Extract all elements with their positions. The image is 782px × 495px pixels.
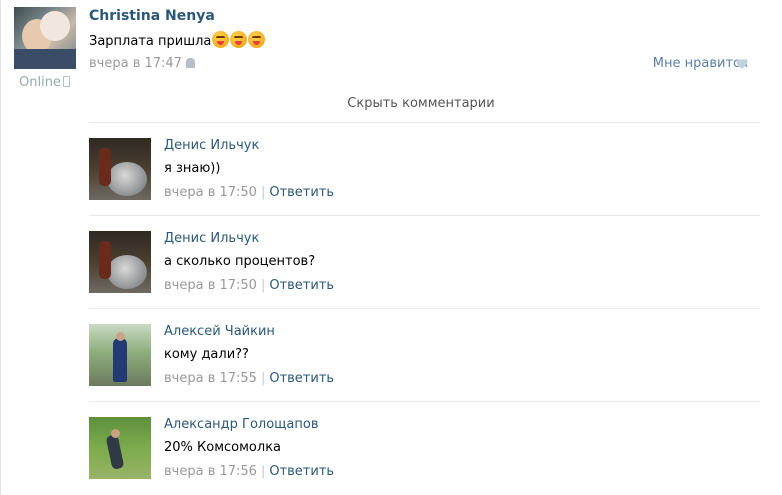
comment-item: Александр Голощапов 20% Комсомолка вчера…: [89, 401, 760, 493]
comment-text: кому дали??: [164, 347, 249, 362]
comment-item: Денис Ильчук а сколько процентов? вчера …: [89, 215, 760, 307]
comment-item: Денис Ильчук я знаю)) вчера в 17:50 | Отве…: [89, 122, 760, 214]
post-author-avatar[interactable]: [14, 7, 76, 69]
separator: |: [260, 464, 266, 479]
post-text-content: Зарплата пришла: [89, 34, 212, 49]
comment-meta: вчера в 17:55 | Ответить: [164, 371, 334, 386]
hide-comments-link[interactable]: Скрыть комментарии: [0, 96, 782, 111]
commenter-avatar[interactable]: [89, 417, 151, 479]
post-meta: вчера в 17:47: [89, 56, 195, 71]
post-timestamp[interactable]: вчера в 17:47: [89, 56, 182, 71]
left-border: [0, 0, 1, 495]
post-author-name[interactable]: Christina Nenya: [89, 8, 215, 24]
comment-timestamp[interactable]: вчера в 17:50: [164, 278, 257, 293]
like-button[interactable]: Мне нравится: [653, 56, 748, 71]
comment-item: Алексей Чайкин кому дали?? вчера в 17:55…: [89, 308, 760, 400]
android-icon: [185, 58, 195, 68]
comment-meta: вчера в 17:50 | Ответить: [164, 278, 334, 293]
tongue-squint-emoji-icon: [212, 31, 230, 48]
reply-link[interactable]: Ответить: [269, 464, 334, 479]
reply-link[interactable]: Ответить: [269, 185, 334, 200]
separator: |: [260, 185, 266, 200]
separator: |: [260, 371, 266, 386]
comment-timestamp[interactable]: вчера в 17:55: [164, 371, 257, 386]
reply-link[interactable]: Ответить: [269, 278, 334, 293]
comment-timestamp[interactable]: вчера в 17:56: [164, 464, 257, 479]
comment-timestamp[interactable]: вчера в 17:50: [164, 185, 257, 200]
commenter-avatar[interactable]: [89, 231, 151, 293]
comment-text: я знаю)): [164, 161, 221, 176]
commenter-name[interactable]: Александр Голощапов: [164, 417, 319, 432]
heart-icon[interactable]: [736, 58, 748, 70]
tongue-squint-emoji-icon: [230, 31, 248, 48]
separator: |: [260, 278, 266, 293]
like-label[interactable]: Мне нравится: [653, 56, 748, 71]
reply-link[interactable]: Ответить: [269, 371, 334, 386]
commenter-name[interactable]: Денис Ильчук: [164, 138, 259, 153]
online-label: Online: [19, 75, 61, 90]
comment-text: 20% Комсомолка: [164, 440, 282, 455]
commenter-avatar[interactable]: [89, 138, 151, 200]
mobile-phone-icon: [62, 76, 70, 87]
online-status: Online: [19, 75, 70, 90]
tongue-squint-emoji-icon: [248, 31, 266, 48]
comment-text: а сколько процентов?: [164, 254, 316, 269]
comment-meta: вчера в 17:56 | Ответить: [164, 464, 334, 479]
post-text: Зарплата пришла: [89, 31, 266, 49]
commenter-name[interactable]: Денис Ильчук: [164, 231, 259, 246]
comment-meta: вчера в 17:50 | Ответить: [164, 185, 334, 200]
commenter-name[interactable]: Алексей Чайкин: [164, 324, 275, 339]
commenter-avatar[interactable]: [89, 324, 151, 386]
